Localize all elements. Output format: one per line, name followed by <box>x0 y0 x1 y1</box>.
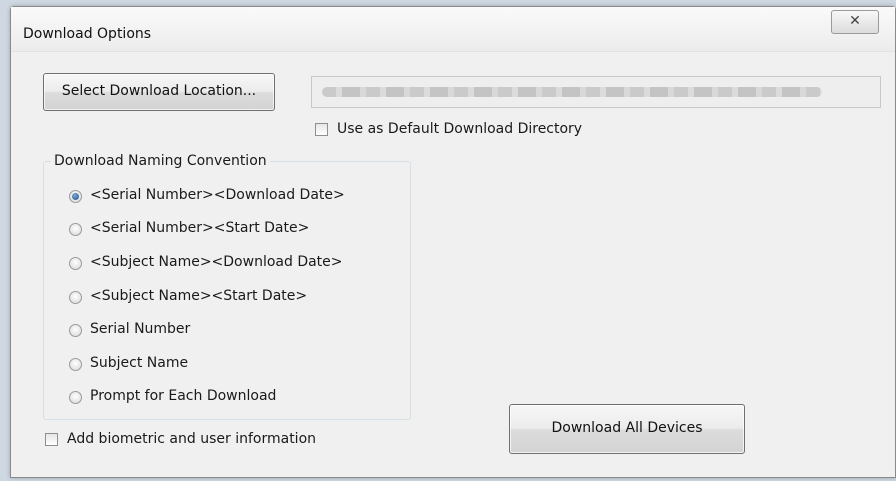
default-directory-label: Use as Default Download Directory <box>337 121 583 137</box>
radio-label-serial-download-date: <Serial Number><Download Date> <box>90 187 345 203</box>
radio-subject-start-date[interactable] <box>69 291 82 304</box>
radio-label-serial-number: Serial Number <box>90 321 191 337</box>
radio-serial-download-date[interactable] <box>69 190 82 203</box>
naming-convention-legend: Download Naming Convention <box>51 153 270 169</box>
biometric-checkbox[interactable] <box>45 433 58 446</box>
select-download-location-label: Select Download Location... <box>61 83 257 99</box>
default-directory-checkbox[interactable] <box>315 123 328 136</box>
download-all-devices-button[interactable]: Download All Devices <box>509 404 745 454</box>
radio-label-subject-download-date: <Subject Name><Download Date> <box>90 254 343 270</box>
biometric-label: Add biometric and user information <box>67 431 317 447</box>
radio-label-prompt-each-download: Prompt for Each Download <box>90 388 277 404</box>
radio-serial-number[interactable] <box>69 324 82 337</box>
radio-prompt-each-download[interactable] <box>69 391 82 404</box>
close-button[interactable]: ✕ <box>831 10 879 34</box>
radio-label-serial-start-date: <Serial Number><Start Date> <box>90 220 310 236</box>
close-icon: ✕ <box>849 13 861 29</box>
radio-label-subject-start-date: <Subject Name><Start Date> <box>90 288 308 304</box>
download-options-dialog: Download Options ✕ Select Download Locat… <box>10 6 896 478</box>
radio-label-subject-name: Subject Name <box>90 355 189 371</box>
radio-serial-start-date[interactable] <box>69 223 82 236</box>
blurred-path-text <box>322 87 822 97</box>
radio-subject-download-date[interactable] <box>69 257 82 270</box>
title-bar[interactable]: Download Options ✕ <box>11 7 895 52</box>
select-download-location-button[interactable]: Select Download Location... <box>43 73 275 111</box>
dialog-title: Download Options <box>23 26 152 42</box>
download-location-field[interactable] <box>311 76 881 108</box>
download-all-devices-label: Download All Devices <box>551 420 703 436</box>
radio-subject-name[interactable] <box>69 358 82 371</box>
